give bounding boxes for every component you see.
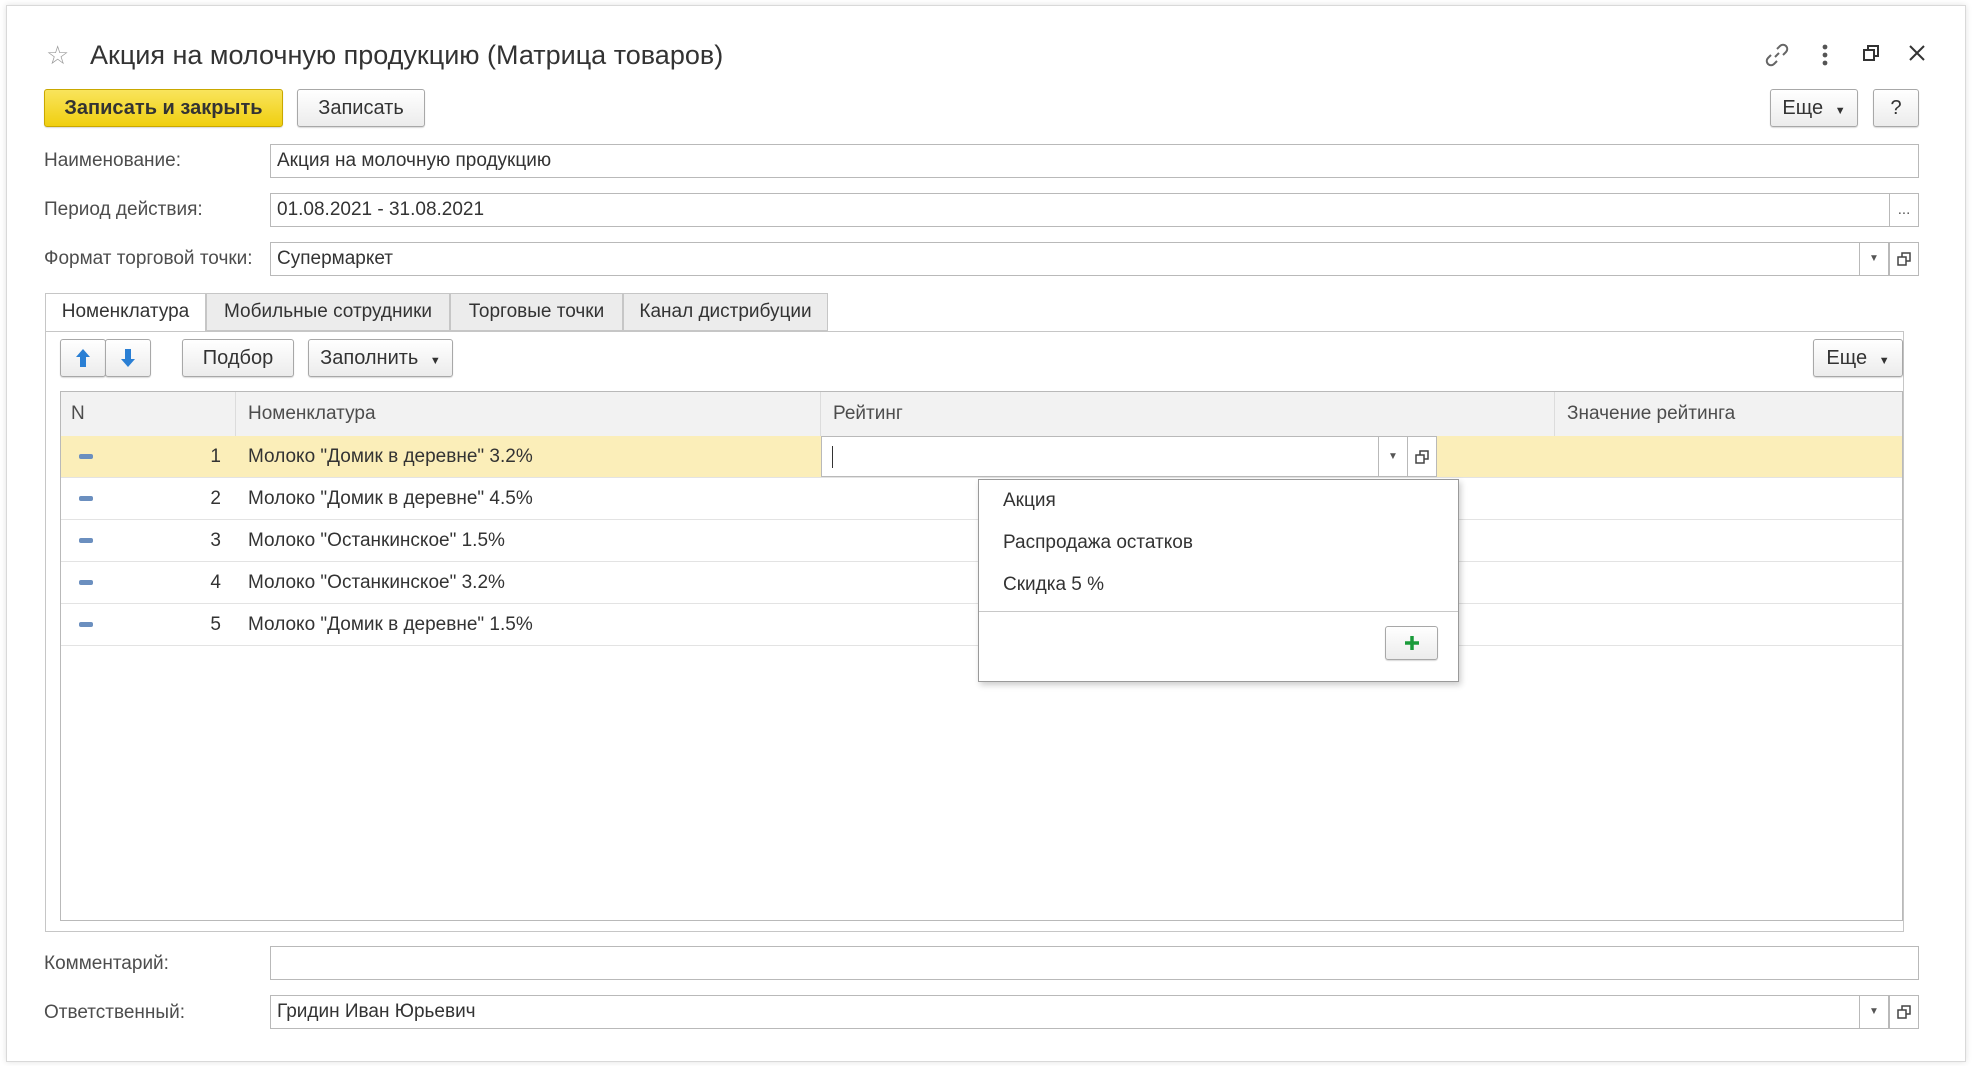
responsible-open-icon[interactable] <box>1889 995 1919 1029</box>
row-number: 3 <box>210 530 221 551</box>
responsible-dropdown-icon[interactable]: ▼ <box>1859 995 1889 1029</box>
window-title: Акция на молочную продукцию (Матрица тов… <box>90 40 724 70</box>
column-rating-value[interactable]: Значение рейтинга <box>1555 392 1902 436</box>
help-button[interactable]: ? <box>1873 89 1919 127</box>
restore-icon[interactable] <box>1857 42 1885 70</box>
table-row[interactable]: 1 Молоко "Домик в деревне" 3.2% ▼ <box>61 436 1902 478</box>
period-select-button[interactable]: ... <box>1889 193 1919 227</box>
name-field[interactable]: Акция на молочную продукцию <box>270 144 1919 178</box>
rating-dropdown-list: Акция Распродажа остатков Скидка 5 % <box>978 479 1459 682</box>
text-cursor <box>832 446 833 468</box>
name-label: Наименование: <box>44 150 181 171</box>
row-item: Молоко "Домик в деревне" 1.5% <box>248 614 533 635</box>
dropdown-item-clearance[interactable]: Распродажа остатков <box>1003 532 1193 554</box>
row-status-icon <box>79 622 93 627</box>
store-format-field[interactable]: Супермаркет <box>270 242 1860 276</box>
dropdown-item-action[interactable]: Акция <box>1003 490 1056 512</box>
screen: ☆ Акция на молочную продукцию (Матрица т… <box>0 0 1972 1066</box>
row-status-icon <box>79 580 93 585</box>
row-item: Молоко "Домик в деревне" 4.5% <box>248 488 533 509</box>
row-number: 5 <box>210 614 221 635</box>
row-status-icon <box>79 538 93 543</box>
save-button[interactable]: Записать <box>297 89 425 127</box>
dropdown-arrow-icon: ▼ <box>1834 105 1846 117</box>
row-number: 4 <box>210 572 221 593</box>
add-new-button[interactable] <box>1385 626 1438 660</box>
comment-label: Комментарий: <box>44 953 169 974</box>
pick-button[interactable]: Подбор <box>182 339 294 377</box>
plus-icon <box>1404 636 1419 650</box>
row-status-icon <box>79 454 93 459</box>
row-item: Молоко "Останкинское" 3.2% <box>248 572 505 593</box>
table-header: N Номенклатура Рейтинг Значение рейтинга <box>61 392 1902 437</box>
save-and-close-button[interactable]: Записать и закрыть <box>44 89 283 127</box>
favorite-star-icon[interactable]: ☆ <box>46 40 69 71</box>
row-item: Молоко "Домик в деревне" 3.2% <box>248 446 533 467</box>
column-rating[interactable]: Рейтинг <box>821 392 1555 436</box>
rating-input[interactable] <box>821 436 1379 477</box>
tab-mobile-employees[interactable]: Мобильные сотрудники <box>206 293 450 331</box>
row-number: 1 <box>210 446 221 467</box>
tab-nomenclature[interactable]: Номенклатура <box>45 293 206 332</box>
responsible-label: Ответственный: <box>44 1002 185 1023</box>
link-icon[interactable] <box>1763 42 1791 70</box>
arrow-down-icon <box>121 349 135 367</box>
tab-distribution-channel[interactable]: Канал дистрибуции <box>623 293 828 331</box>
fill-button-label: Заполнить <box>320 347 419 369</box>
close-icon[interactable] <box>1903 42 1931 70</box>
column-nomenclature[interactable]: Номенклатура <box>236 392 821 436</box>
fill-button[interactable]: Заполнить ▼ <box>308 339 453 377</box>
rating-dropdown-icon[interactable]: ▼ <box>1378 436 1408 477</box>
store-format-label: Формат торговой точки: <box>44 248 253 269</box>
store-format-dropdown-icon[interactable]: ▼ <box>1859 242 1889 276</box>
table-more-label: Еще <box>1826 347 1868 369</box>
period-label: Период действия: <box>44 199 203 220</box>
row-status-icon <box>79 496 93 501</box>
row-number: 2 <box>210 488 221 509</box>
period-field[interactable]: 01.08.2021 - 31.08.2021 <box>270 193 1890 227</box>
move-down-button[interactable] <box>105 339 151 377</box>
arrow-up-icon <box>76 349 90 367</box>
dropdown-arrow-icon: ▼ <box>1878 355 1890 367</box>
tab-trade-points[interactable]: Торговые точки <box>450 293 623 331</box>
row-item: Молоко "Останкинское" 1.5% <box>248 530 505 551</box>
more-button[interactable]: Еще ▼ <box>1770 89 1858 127</box>
column-n[interactable]: N <box>61 392 236 436</box>
more-button-label: Еще <box>1782 97 1824 119</box>
dropdown-item-discount[interactable]: Скидка 5 % <box>1003 574 1104 596</box>
comment-field[interactable] <box>270 946 1919 980</box>
dropdown-divider <box>979 611 1458 612</box>
rating-open-icon[interactable] <box>1407 436 1437 477</box>
dropdown-arrow-icon: ▼ <box>429 355 441 367</box>
responsible-field[interactable]: Гридин Иван Юрьевич <box>270 995 1860 1029</box>
move-up-button[interactable] <box>60 339 106 377</box>
more-vertical-icon[interactable] <box>1811 42 1839 70</box>
table-more-button[interactable]: Еще ▼ <box>1813 339 1903 377</box>
store-format-open-icon[interactable] <box>1889 242 1919 276</box>
